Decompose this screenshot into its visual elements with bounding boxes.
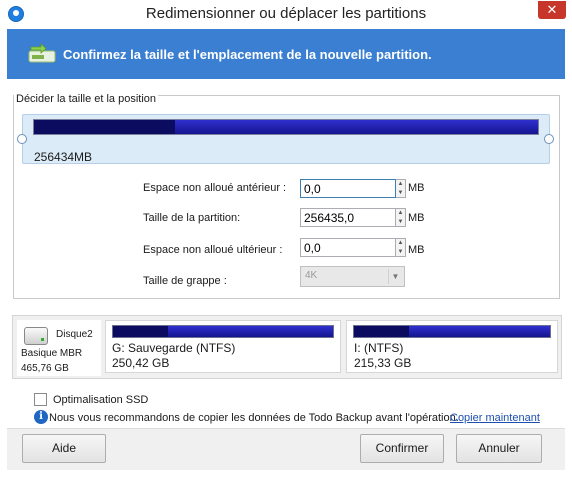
- before-space-unit: MB: [408, 182, 425, 194]
- help-button[interactable]: Aide: [22, 434, 106, 463]
- partition-size: 215,33 GB: [354, 356, 412, 370]
- disk-name: Disque2: [56, 329, 93, 340]
- slider-left-handle[interactable]: [17, 134, 27, 144]
- confirm-button[interactable]: Confirmer: [360, 434, 444, 463]
- ssd-label: Optimalisation SSD: [53, 394, 149, 406]
- partition-slider-free: [175, 120, 538, 134]
- disk-size: 465,76 GB: [21, 363, 69, 374]
- partition-size-input[interactable]: [300, 208, 396, 227]
- partition-usage-free: [168, 326, 333, 337]
- backup-recommendation-text: Nous vous recommandons de copier les don…: [49, 412, 459, 424]
- title-bar: Redimensionner ou déplacer les partition…: [0, 0, 572, 29]
- ssd-checkbox[interactable]: [34, 393, 47, 406]
- partition-slider-used: [34, 120, 175, 134]
- size-position-legend: Décider la taille et la position: [14, 93, 159, 105]
- window-border-right: [565, 29, 572, 477]
- close-button[interactable]: ✕: [538, 1, 566, 19]
- partition-size-unit: MB: [408, 212, 425, 224]
- before-space-label: Espace non alloué antérieur :: [143, 182, 287, 194]
- cluster-size-select[interactable]: 4K ▼: [300, 266, 405, 287]
- after-space-input[interactable]: [300, 238, 396, 257]
- after-space-spinner[interactable]: ▲ ▼: [396, 238, 406, 257]
- cluster-size-value: 4K: [305, 270, 318, 281]
- partition-size: 250,42 GB: [112, 356, 170, 370]
- copy-now-link[interactable]: Copier maintenant: [450, 412, 540, 424]
- after-space-label: Espace non alloué ultérieur :: [143, 244, 283, 256]
- partition-name: I: (NTFS): [354, 341, 404, 355]
- disk-type: Basique MBR: [21, 348, 83, 359]
- partition-usage-free: [409, 326, 550, 337]
- header-banner: Confirmez la taille et l'emplacement de …: [7, 29, 565, 79]
- cluster-size-label: Taille de grappe :: [143, 275, 227, 287]
- before-space-input[interactable]: [300, 179, 396, 198]
- partition-usage-used: [113, 326, 168, 337]
- resize-partition-icon: [28, 43, 56, 63]
- partition-size-label: Taille de la partition:: [143, 212, 241, 224]
- partition-name: G: Sauvegarde (NTFS): [112, 341, 236, 355]
- after-space-unit: MB: [408, 244, 425, 256]
- before-space-spinner[interactable]: ▲ ▼: [396, 179, 406, 198]
- window-title: Redimensionner ou déplacer les partition…: [145, 5, 427, 22]
- partition-usage-used: [354, 326, 409, 337]
- info-icon: i: [34, 410, 48, 424]
- chevron-down-icon: ▼: [388, 269, 402, 284]
- cancel-button[interactable]: Annuler: [456, 434, 542, 463]
- banner-text: Confirmez la taille et l'emplacement de …: [63, 47, 432, 62]
- window-border-left: [0, 29, 7, 477]
- slider-size-label: 256434MB: [34, 150, 93, 164]
- slider-right-handle[interactable]: [544, 134, 554, 144]
- hard-disk-icon: [24, 327, 48, 345]
- partition-size-spinner[interactable]: ▲ ▼: [396, 208, 406, 227]
